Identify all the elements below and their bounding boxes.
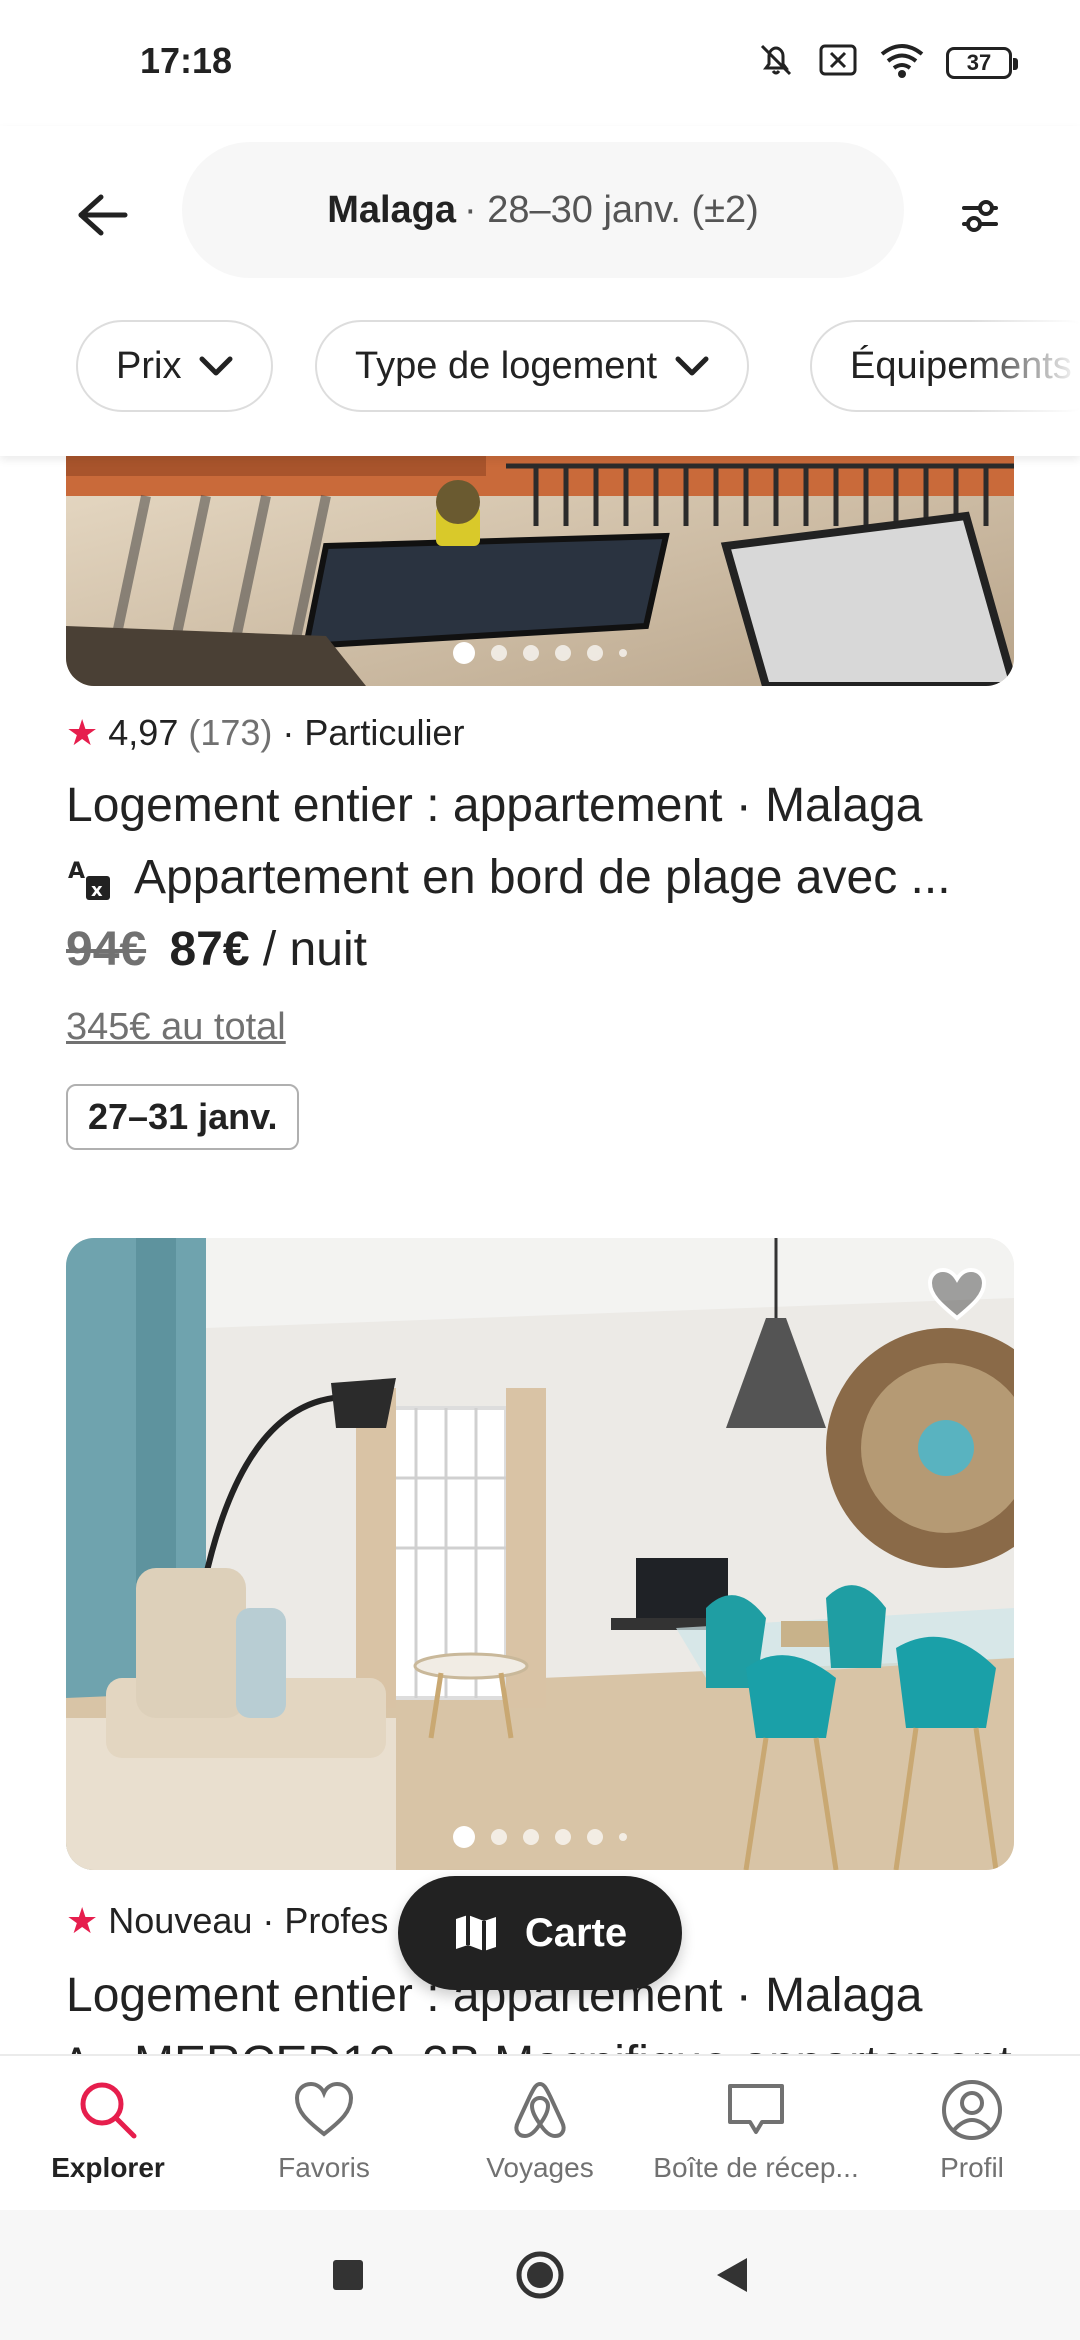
nav-inbox[interactable]: Boîte de récep... [648, 2056, 864, 2210]
filters-button[interactable] [942, 178, 1018, 254]
svg-text:x: x [91, 880, 103, 901]
back-button[interactable] [68, 180, 138, 250]
per-night: / nuit [262, 923, 367, 976]
map-button-label: Carte [524, 1910, 628, 1955]
airbnb-logo-icon [514, 2082, 566, 2138]
message-icon [728, 2084, 784, 2134]
home-icon[interactable] [515, 2250, 565, 2300]
listing-title[interactable]: Logement entier : appartement · Malaga [66, 778, 923, 833]
search-bar[interactable]: Malaga · 28–30 janv. (±2) [182, 142, 904, 278]
map-button[interactable]: Carte [398, 1876, 682, 1990]
back-triangle-icon[interactable] [715, 2256, 749, 2294]
star-icon: ★ [66, 1900, 99, 1941]
mute-bell-icon [756, 40, 796, 85]
chip-property-type-label: Type de logement [355, 344, 658, 387]
listing-2-description-row[interactable]: A x MERCED12, 2B Magnifique appartement [66, 2036, 1026, 2054]
listing-2-description: MERCED12, 2B Magnifique appartement [134, 2036, 1012, 2054]
price-row: 94€ 87€ / nuit [66, 922, 367, 977]
nav-profile[interactable]: Profil [864, 2056, 1080, 2210]
old-price: 94€ [66, 923, 147, 976]
new-price: 87€ [169, 923, 250, 976]
listing-rating-row: ★ 4,97 (173) · Particulier [66, 712, 464, 754]
nav-explore[interactable]: Explorer [0, 2056, 216, 2210]
host-type: · Profes [262, 1900, 389, 1941]
listing-photo-2[interactable] [66, 1238, 1014, 1870]
star-icon: ★ [66, 712, 99, 753]
wifi-icon [880, 42, 924, 83]
status-time: 17:18 [140, 40, 233, 81]
svg-text:A: A [68, 859, 85, 884]
nav-favorites[interactable]: Favoris [216, 2056, 432, 2210]
svg-text:A: A [68, 2045, 85, 2055]
rating-value: 4,97 [108, 712, 179, 753]
bottom-nav: Explorer Favoris Voyages Boîte de récep.… [0, 2054, 1080, 2210]
nav-trips-label: Voyages [486, 2152, 594, 2183]
search-dates: · 28–30 janv. (±2) [464, 188, 759, 231]
sliders-icon [962, 200, 998, 232]
new-badge: Nouveau [108, 1900, 253, 1941]
nav-explore-label: Explorer [51, 2152, 165, 2183]
system-nav-bar [0, 2210, 1080, 2340]
total-price-link[interactable]: 345€ au total [66, 1006, 286, 1049]
chip-property-type[interactable]: Type de logement [315, 320, 750, 412]
chevron-down-icon [199, 356, 233, 376]
recent-apps-icon[interactable] [331, 2258, 365, 2292]
dates-badge: 27–31 janv. [66, 1084, 300, 1150]
heart-icon [294, 2081, 354, 2137]
listing-photo[interactable] [66, 456, 1014, 686]
profile-icon [942, 2080, 1002, 2140]
chips-fade [970, 320, 1080, 414]
search-icon [80, 2082, 137, 2139]
photo-pagination [66, 1826, 1014, 1848]
arrow-left-icon [78, 194, 128, 236]
search-city: Malaga [327, 188, 457, 231]
listing-feed[interactable]: ★ 4,97 (173) · Particulier Logement enti… [0, 456, 1080, 2054]
status-bar: 17:18 37 [0, 0, 1080, 126]
chevron-down-icon [675, 356, 709, 376]
nav-inbox-label: Boîte de récep... [653, 2152, 859, 2183]
listing-2-rating-row: ★ Nouveau · Profes [66, 1900, 388, 1942]
chip-price-label: Prix [116, 344, 182, 387]
heart-icon[interactable] [926, 1266, 988, 1322]
listing-description: Appartement en bord de plage avec ... [134, 851, 951, 904]
living-room-photo [66, 1238, 1014, 1870]
no-sim-icon [818, 42, 858, 83]
filter-chips: Prix Type de logement Équipements [76, 320, 1080, 414]
status-icons: 37 [756, 40, 1018, 85]
nav-favorites-label: Favoris [278, 2152, 370, 2183]
map-icon [455, 1915, 496, 1951]
nav-trips[interactable]: Voyages [432, 2056, 648, 2210]
photo-pagination [66, 642, 1014, 664]
host-type: · Particulier [282, 712, 465, 753]
chip-price[interactable]: Prix [76, 320, 274, 412]
translate-icon: A x [68, 2045, 85, 2055]
listing-description-row[interactable]: A x Appartement en bord de plage avec ..… [66, 850, 1026, 905]
nav-profile-label: Profil [940, 2152, 1004, 2183]
battery-icon: 37 [946, 46, 1018, 79]
search-header: Malaga · 28–30 janv. (±2) Prix Type de l… [0, 126, 1080, 456]
review-count: (173) [188, 712, 273, 753]
translate-icon: A x [68, 859, 110, 901]
